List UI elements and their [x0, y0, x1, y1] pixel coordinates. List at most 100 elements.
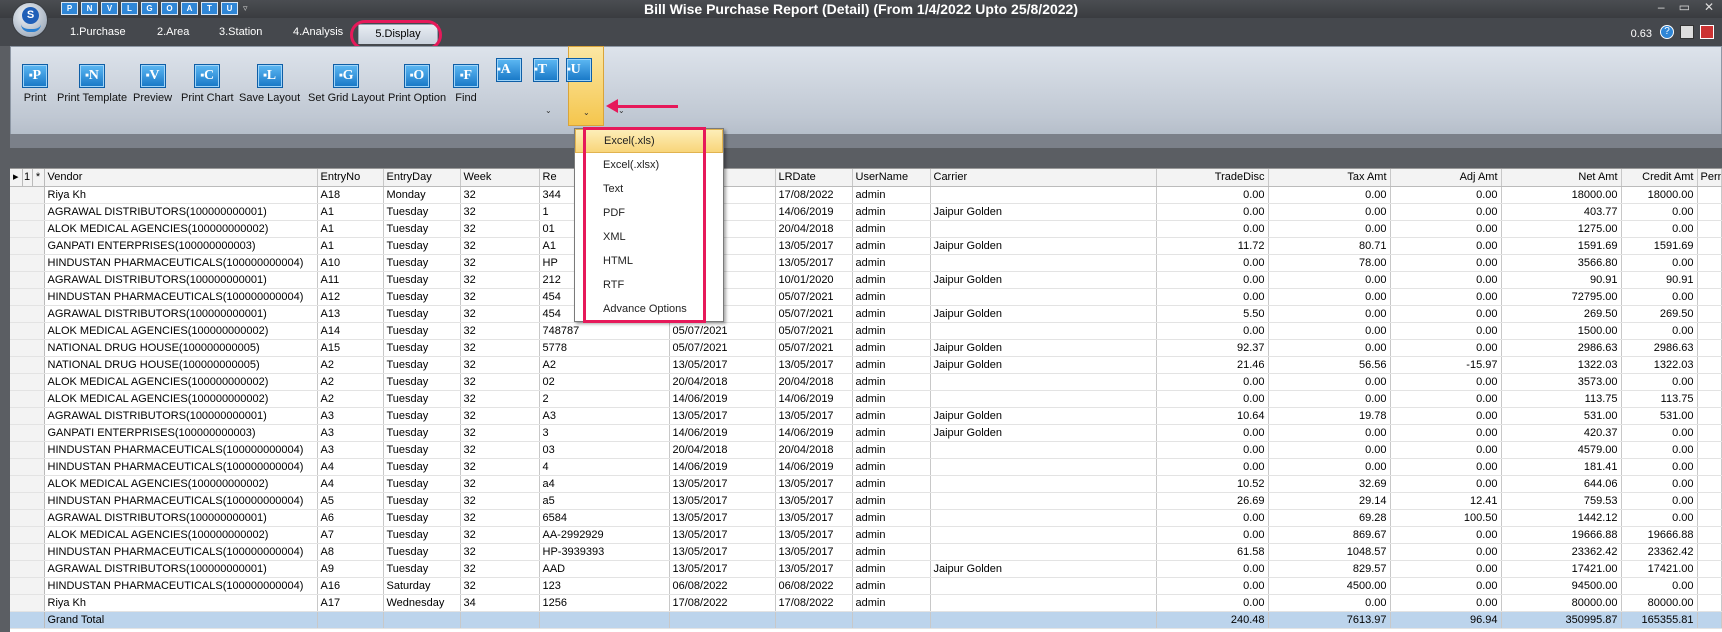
table-cell[interactable]: 0.00	[1390, 237, 1502, 255]
table-cell[interactable]: 0.00	[1156, 509, 1269, 527]
qat-a-icon[interactable]: A	[181, 2, 198, 15]
table-cell[interactable]	[1697, 526, 1722, 544]
table-cell[interactable]: 13/05/2017	[669, 560, 776, 578]
table-cell[interactable]: Tuesday	[383, 458, 461, 476]
export-a-icon[interactable]: ■A	[496, 58, 522, 82]
table-row[interactable]: HINDUSTAN PHARMACEUTICALS(100000000004) A…	[10, 288, 1722, 306]
row-gutter[interactable]	[10, 390, 45, 408]
column-header[interactable]: Adj Amt	[1390, 169, 1502, 187]
table-cell[interactable]: 0.00	[1390, 560, 1502, 578]
table-cell[interactable]: 0.00	[1268, 424, 1391, 442]
table-cell[interactable]: admin	[852, 339, 931, 357]
table-cell[interactable]: 0.00	[1390, 407, 1502, 425]
table-cell[interactable]: 05/07/2021	[775, 322, 853, 340]
table-cell[interactable]: 759.53	[1501, 492, 1622, 510]
table-cell[interactable]: 113.75	[1501, 390, 1622, 408]
table-cell[interactable]	[930, 509, 1157, 527]
table-cell[interactable]: 0.00	[1390, 288, 1502, 306]
table-cell[interactable]: A8	[317, 543, 384, 561]
table-cell[interactable]: 13/05/2017	[775, 356, 853, 374]
table-cell[interactable]: AGRAWAL DISTRIBUTORS(100000000001)	[44, 509, 318, 527]
table-cell[interactable]: A3	[317, 424, 384, 442]
table-cell[interactable]: HP-3939393	[539, 543, 670, 561]
table-cell[interactable]: 0.00	[1621, 441, 1698, 459]
table-cell[interactable]: 0.00	[1156, 594, 1269, 612]
column-header[interactable]: UserName	[852, 169, 931, 187]
table-cell[interactable]: Tuesday	[383, 373, 461, 391]
table-cell[interactable]: Monday	[383, 186, 461, 204]
row-gutter[interactable]	[10, 424, 45, 442]
table-cell[interactable]: 0.00	[1621, 492, 1698, 510]
table-cell[interactable]: Jaipur Golden	[930, 407, 1157, 425]
table-cell[interactable]: A18	[317, 186, 384, 204]
table-cell[interactable]: 0.00	[1156, 322, 1269, 340]
table-cell[interactable]	[930, 526, 1157, 544]
table-cell[interactable]: A15	[317, 339, 384, 357]
table-cell[interactable]	[930, 322, 1157, 340]
table-cell[interactable]: 4500.00	[1268, 577, 1391, 595]
table-cell[interactable]: 13/05/2017	[669, 509, 776, 527]
tab-station[interactable]: 3.Station	[219, 26, 262, 38]
table-cell[interactable]: admin	[852, 322, 931, 340]
table-cell[interactable]: 90.91	[1501, 271, 1622, 289]
table-cell[interactable]: Tuesday	[383, 203, 461, 221]
table-cell[interactable]: A9	[317, 560, 384, 578]
column-header[interactable]: Week	[460, 169, 540, 187]
table-row[interactable]: ALOK MEDICAL AGENCIES(100000000002) A7 Tue…	[10, 526, 1722, 544]
table-cell[interactable]: 1591.69	[1501, 237, 1622, 255]
table-cell[interactable]: 2	[539, 390, 670, 408]
table-cell[interactable]: Tuesday	[383, 475, 461, 493]
table-cell[interactable]: 0.00	[1390, 441, 1502, 459]
table-cell[interactable]: 14/06/2019	[775, 203, 853, 221]
table-cell[interactable]: A13	[317, 305, 384, 323]
table-cell[interactable]: 13/05/2017	[669, 475, 776, 493]
print-chart-button[interactable]: ■C Print Chart	[181, 64, 234, 104]
table-cell[interactable]: 1256	[539, 594, 670, 612]
column-header[interactable]: Credit Amt	[1621, 169, 1698, 187]
table-cell[interactable]: A10	[317, 254, 384, 272]
table-cell[interactable]: 0.00	[1390, 305, 1502, 323]
table-cell[interactable]: 13/05/2017	[775, 509, 853, 527]
table-cell[interactable]: 531.00	[1501, 407, 1622, 425]
table-cell[interactable]: 92.37	[1156, 339, 1269, 357]
table-cell[interactable]: 56.56	[1268, 356, 1391, 374]
table-cell[interactable]: admin	[852, 288, 931, 306]
export-u-icon[interactable]: ■U	[566, 58, 592, 82]
table-cell[interactable]: AA-2992929	[539, 526, 670, 544]
table-cell[interactable]: -15.97	[1390, 356, 1502, 374]
table-cell[interactable]: Jaipur Golden	[930, 560, 1157, 578]
column-header[interactable]: Net Amt	[1501, 169, 1622, 187]
table-cell[interactable]: 0.00	[1156, 560, 1269, 578]
table-cell[interactable]: AAD	[539, 560, 670, 578]
table-cell[interactable]: 34	[460, 594, 540, 612]
table-cell[interactable]: 0.00	[1621, 322, 1698, 340]
table-cell[interactable]: 78.00	[1268, 254, 1391, 272]
table-cell[interactable]: 113.75	[1621, 390, 1698, 408]
table-cell[interactable]: Jaipur Golden	[930, 203, 1157, 221]
table-cell[interactable]	[1697, 407, 1722, 425]
table-cell[interactable]: 32	[460, 509, 540, 527]
table-cell[interactable]: 0.00	[1156, 288, 1269, 306]
table-cell[interactable]: 14/06/2019	[775, 458, 853, 476]
table-row[interactable]: ALOK MEDICAL AGENCIES(100000000002) A1 Tue…	[10, 220, 1722, 238]
table-cell[interactable]	[1697, 475, 1722, 493]
table-cell[interactable]: HINDUSTAN PHARMACEUTICALS(100000000004)	[44, 458, 318, 476]
table-cell[interactable]: A2	[539, 356, 670, 374]
table-cell[interactable]: 69.28	[1268, 509, 1391, 527]
row-gutter[interactable]	[10, 475, 45, 493]
table-row[interactable]: GANPATI ENTERPRISES(100000000003) A3 Tuesd…	[10, 424, 1722, 442]
export-a-dropdown-icon[interactable]: ⌄	[545, 106, 552, 115]
table-cell[interactable]: A3	[539, 407, 670, 425]
table-cell[interactable]: 0.00	[1621, 475, 1698, 493]
table-cell[interactable]: 0.00	[1390, 390, 1502, 408]
table-cell[interactable]	[1697, 594, 1722, 612]
table-cell[interactable]: 0.00	[1268, 186, 1391, 204]
table-cell[interactable]: 869.67	[1268, 526, 1391, 544]
table-cell[interactable]: 05/07/2021	[775, 288, 853, 306]
row-gutter[interactable]	[10, 271, 45, 289]
table-cell[interactable]: A2	[317, 356, 384, 374]
help-icon[interactable]: ?	[1660, 25, 1674, 39]
table-cell[interactable]: 0.00	[1156, 186, 1269, 204]
table-cell[interactable]: A4	[317, 458, 384, 476]
table-cell[interactable]: Tuesday	[383, 220, 461, 238]
